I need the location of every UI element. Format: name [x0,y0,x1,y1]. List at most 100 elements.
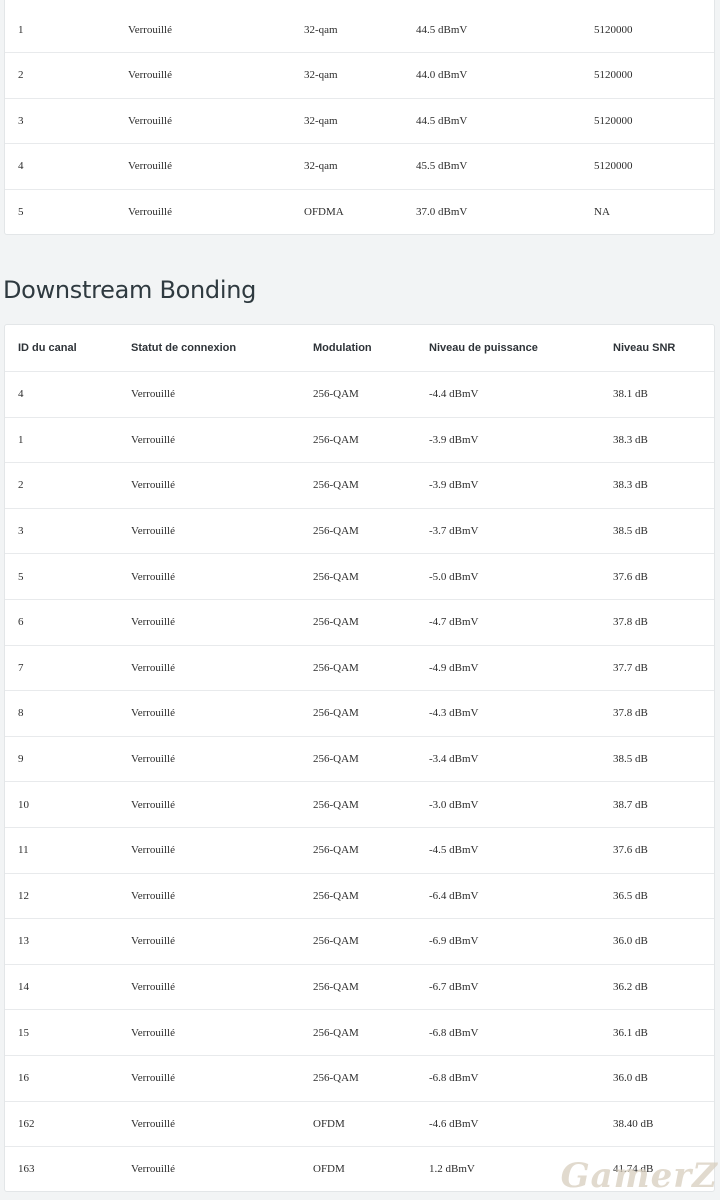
snr-level-cell: 38.40 dB [613,1117,654,1130]
power-level-cell: 44.5 dBmV [416,114,468,127]
table-row: 16 Verrouillé 256-QAM -6.8 dBmV 36.0 dB [5,1054,714,1101]
table-row: 3 Verrouillé 256-QAM -3.7 dBmV 38.5 dB [5,507,714,554]
table-row: 15 Verrouillé 256-QAM -6.8 dBmV 36.1 dB [5,1009,714,1055]
status-cell: Verrouillé [131,1026,175,1039]
table-row: 4 Verrouillé 32-qam 45.5 dBmV 5120000 [5,143,714,189]
status-cell: Verrouillé [128,69,172,82]
channel-id-cell: 13 [18,935,29,948]
status-cell: Verrouillé [128,160,172,173]
modulation-cell: OFDM [313,1163,345,1176]
status-cell: Verrouillé [128,24,172,36]
channel-id-cell: 3 [18,525,24,538]
modulation-cell: 256-QAM [313,525,359,538]
power-level-cell: -3.9 dBmV [429,479,479,492]
channel-id-cell: 10 [18,798,29,811]
status-cell: Verrouillé [131,889,175,902]
downstream-section-title: Downstream Bonding [3,276,257,304]
status-cell: Verrouillé [131,661,175,674]
modulation-cell: OFDM [313,1117,345,1130]
status-cell: Verrouillé [131,935,175,948]
snr-level-cell: 36.5 dB [613,889,648,902]
snr-level-cell: 36.2 dB [613,981,648,994]
channel-id-cell: 14 [18,981,29,994]
snr-level-cell: 37.7 dB [613,661,648,674]
snr-level-cell: 37.6 dB [613,844,648,857]
table-row: 3 Verrouillé 32-qam 44.5 dBmV 5120000 [5,97,714,144]
table-row: 6 Verrouillé 256-QAM -4.7 dBmV 37.8 dB [5,598,714,645]
channel-id-cell: 1 [18,433,24,446]
snr-level-cell: 38.1 dB [613,388,648,401]
channel-id-cell: 3 [18,114,24,127]
modulation-cell: 256-QAM [313,981,359,994]
symbol-rate-cell: 5120000 [594,114,633,127]
snr-level-cell: 38.7 dB [613,798,648,811]
symbol-rate-cell: 5120000 [594,69,633,82]
modulation-cell: 256-QAM [313,935,359,948]
snr-level-cell: 38.3 dB [613,433,648,446]
modulation-cell: 256-QAM [313,1072,359,1085]
header-power-level: Niveau de puissance [429,342,538,354]
power-level-cell: -4.4 dBmV [429,388,479,401]
snr-level-cell: 38.5 dB [613,525,648,538]
channel-id-cell: 5 [18,206,24,219]
table-row: 10 Verrouillé 256-QAM -3.0 dBmV 38.7 dB [5,781,714,827]
table-row: 4 Verrouillé 256-QAM -4.4 dBmV 38.1 dB [5,371,714,417]
table-row: 163 Verrouillé OFDM 1.2 dBmV 41.74 dB [5,1146,714,1192]
header-connection-status: Statut de connexion [131,342,237,354]
symbol-rate-cell: 5120000 [594,24,633,36]
symbol-rate-cell: NA [594,206,610,219]
channel-id-cell: 7 [18,661,24,674]
power-level-cell: 1.2 dBmV [429,1163,475,1176]
modulation-cell: 256-QAM [313,616,359,629]
power-level-cell: -6.8 dBmV [429,1026,479,1039]
status-cell: Verrouillé [131,707,175,720]
modulation-cell: 256-QAM [313,707,359,720]
table-row: 8 Verrouillé 256-QAM -4.3 dBmV 37.8 dB [5,690,714,736]
status-cell: Verrouillé [128,114,172,127]
channel-id-cell: 2 [18,479,24,492]
channel-id-cell: 4 [18,160,24,173]
header-modulation: Modulation [313,342,372,354]
snr-level-cell: 38.3 dB [613,479,648,492]
table-row: 12 Verrouillé 256-QAM -6.4 dBmV 36.5 dB [5,872,714,919]
status-cell: Verrouillé [131,570,175,583]
table-row: 9 Verrouillé 256-QAM -3.4 dBmV 38.5 dB [5,735,714,782]
power-level-cell: -5.0 dBmV [429,570,479,583]
power-level-cell: 44.0 dBmV [416,69,468,82]
channel-id-cell: 6 [18,616,24,629]
modulation-cell: 256-QAM [313,479,359,492]
status-cell: Verrouillé [131,981,175,994]
status-cell: Verrouillé [131,1117,175,1130]
snr-level-cell: 36.0 dB [613,935,648,948]
power-level-cell: -4.3 dBmV [429,707,479,720]
modulation-cell: 32-qam [304,69,338,82]
power-level-cell: -3.7 dBmV [429,525,479,538]
status-cell: Verrouillé [131,479,175,492]
status-cell: Verrouillé [131,1163,175,1176]
snr-level-cell: 36.0 dB [613,1072,648,1085]
modulation-cell: OFDMA [304,206,344,219]
table-header-row: ID du canal Statut de connexion Modulati… [5,325,714,371]
channel-id-cell: 9 [18,753,24,766]
power-level-cell: -3.0 dBmV [429,798,479,811]
modulation-cell: 256-QAM [313,661,359,674]
channel-id-cell: 16 [18,1072,29,1085]
table-row: 162 Verrouillé OFDM -4.6 dBmV 38.40 dB [5,1100,714,1147]
header-channel-id: ID du canal [18,342,77,354]
table-row: 1 Verrouillé 32-qam 44.5 dBmV 5120000 [5,0,714,52]
status-cell: Verrouillé [131,798,175,811]
channel-id-cell: 1 [18,24,24,36]
power-level-cell: -6.8 dBmV [429,1072,479,1085]
power-level-cell: 37.0 dBmV [416,206,468,219]
power-level-cell: -4.9 dBmV [429,661,479,674]
power-level-cell: -6.9 dBmV [429,935,479,948]
power-level-cell: -6.7 dBmV [429,981,479,994]
channel-id-cell: 4 [18,388,24,401]
table-row: 14 Verrouillé 256-QAM -6.7 dBmV 36.2 dB [5,963,714,1010]
snr-level-cell: 37.6 dB [613,570,648,583]
snr-level-cell: 38.5 dB [613,753,648,766]
snr-level-cell: 37.8 dB [613,616,648,629]
modulation-cell: 256-QAM [313,753,359,766]
snr-level-cell: 41.74 dB [613,1163,654,1176]
status-cell: Verrouillé [131,388,175,401]
